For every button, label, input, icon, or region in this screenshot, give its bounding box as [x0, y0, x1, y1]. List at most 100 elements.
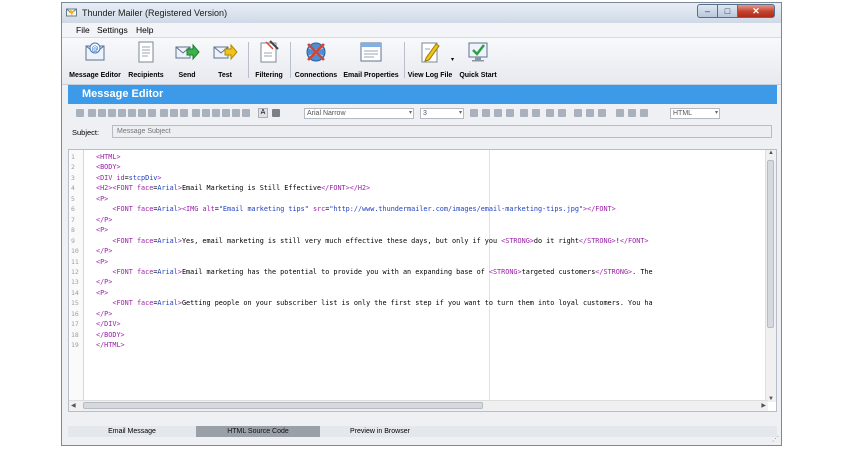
view-mode-value: HTML	[673, 110, 693, 117]
align-center-icon[interactable]	[482, 109, 490, 117]
line-number: 3	[71, 173, 75, 182]
view-log-dropdown-arrow[interactable]: ▾	[451, 56, 454, 63]
code-token: . The	[632, 267, 653, 276]
maximize-button[interactable]: □	[717, 4, 737, 18]
code-token: </FONT>	[619, 236, 649, 245]
code-token: </P>	[96, 309, 113, 318]
print-icon[interactable]	[108, 109, 116, 117]
vertical-scrollbar[interactable]: ▲ ▼	[765, 150, 776, 402]
close-button[interactable]: ✕	[737, 4, 775, 18]
connections-button[interactable]: Connections	[294, 40, 338, 82]
new-document-icon[interactable]	[88, 109, 96, 117]
send-button[interactable]: Send	[170, 40, 204, 82]
redo-icon[interactable]	[202, 109, 210, 117]
tab-html-source-code[interactable]: HTML Source Code	[196, 426, 320, 437]
code-token: Arial	[157, 184, 178, 193]
connections-icon	[303, 40, 329, 64]
align-right-icon[interactable]	[494, 109, 502, 117]
test-icon	[212, 40, 238, 64]
anchor-icon[interactable]	[640, 109, 648, 117]
font-color-button[interactable]: A	[258, 108, 268, 118]
code-token: <BODY>	[96, 163, 121, 172]
scroll-down-icon[interactable]: ▼	[768, 396, 774, 402]
toolbar-label: Recipients	[128, 72, 164, 79]
align-left-icon[interactable]	[470, 109, 478, 117]
message-editor-button[interactable]: @ Message Editor	[69, 40, 121, 82]
menu-help[interactable]: Help	[136, 25, 153, 35]
menu-file[interactable]: File	[76, 25, 90, 35]
toolbar-label: View Log File	[407, 72, 453, 79]
background-icon[interactable]	[242, 109, 250, 117]
code-token: src	[312, 205, 326, 214]
paste-icon[interactable]	[180, 109, 188, 117]
editor-tabs: Email Message HTML Source Code Preview i…	[68, 426, 777, 437]
code-line: <BODY>	[96, 163, 121, 171]
code-token: face	[136, 236, 154, 245]
chevron-down-icon: ▾	[408, 110, 412, 116]
hyperlink-icon[interactable]	[628, 109, 636, 117]
filtering-button[interactable]: Filtering	[252, 40, 286, 82]
font-size-select[interactable]: 3 ▾	[420, 108, 464, 119]
object-icon[interactable]	[598, 109, 606, 117]
code-line: </P>	[96, 216, 112, 224]
scroll-right-icon[interactable]: ▶	[761, 402, 766, 409]
view-mode-select[interactable]: HTML ▾	[670, 108, 720, 119]
tab-preview-in-browser[interactable]: Preview in Browser	[320, 426, 440, 437]
code-token: targeted customers	[521, 267, 596, 276]
line-number: 13	[71, 278, 79, 287]
code-line: </P>	[96, 247, 112, 255]
menu-settings[interactable]: Settings	[97, 25, 128, 35]
font-color-swatch[interactable]	[272, 109, 280, 117]
indent-icon[interactable]	[558, 109, 566, 117]
form-icon[interactable]	[586, 109, 594, 117]
message-editor-icon: @	[82, 40, 108, 64]
scroll-left-icon[interactable]: ◀	[71, 402, 76, 409]
tab-email-message[interactable]: Email Message	[68, 426, 196, 437]
copy-icon[interactable]	[170, 109, 178, 117]
html-source-editor[interactable]: 1 2 3 4 5 6 7 8 9 10 11 12 13 14 15 16 17 18 19 <HTML> <BOD…	[68, 149, 777, 412]
quick-start-button[interactable]: Quick Start	[458, 40, 498, 82]
recipients-button[interactable]: Recipients	[126, 40, 166, 82]
save-icon[interactable]	[76, 109, 84, 117]
horizontal-scrollbar[interactable]: ◀ ▶	[69, 400, 768, 411]
chevron-down-icon: ▾	[714, 110, 718, 116]
vertical-scroll-thumb[interactable]	[767, 160, 774, 328]
code-line: <FONT face=Arial>Yes, email marketing is…	[96, 236, 649, 245]
outdent-icon[interactable]	[546, 109, 554, 117]
horizontal-rule-icon[interactable]	[616, 109, 624, 117]
code-token: "Email marketing tips"	[218, 205, 309, 214]
insert-icon[interactable]	[574, 109, 582, 117]
find-icon[interactable]	[138, 109, 146, 117]
page-icon[interactable]	[128, 109, 136, 117]
email-properties-button[interactable]: Email Properties	[343, 40, 399, 82]
resize-grip-icon[interactable]: ⋰	[772, 435, 779, 443]
preview-icon[interactable]	[118, 109, 126, 117]
recipients-icon	[133, 40, 159, 64]
font-color-letter: A	[260, 109, 266, 116]
filtering-icon	[256, 40, 282, 64]
code-token: </BODY>	[96, 330, 125, 339]
email-properties-icon	[358, 40, 384, 64]
table-icon[interactable]	[212, 109, 220, 117]
line-number: 14	[71, 288, 79, 297]
subject-input[interactable]	[112, 125, 772, 138]
code-line: <P>	[96, 195, 108, 203]
horizontal-scroll-thumb[interactable]	[83, 402, 483, 409]
image-icon[interactable]	[222, 109, 230, 117]
link-icon[interactable]	[232, 109, 240, 117]
line-number: 7	[71, 215, 75, 224]
cut-icon[interactable]	[160, 109, 168, 117]
view-log-file-button[interactable]: View Log File	[408, 40, 452, 82]
toolbar-label: Send	[178, 72, 196, 79]
scroll-up-icon[interactable]: ▲	[768, 150, 774, 156]
code-token: <P>	[96, 194, 109, 203]
spell-check-icon[interactable]	[148, 109, 156, 117]
bullet-list-icon[interactable]	[532, 109, 540, 117]
open-icon[interactable]	[98, 109, 106, 117]
font-family-select[interactable]: Arial Narrow ▾	[304, 108, 414, 119]
minimize-button[interactable]: –	[697, 4, 717, 18]
test-button[interactable]: Test	[210, 40, 240, 82]
justify-icon[interactable]	[506, 109, 514, 117]
undo-icon[interactable]	[192, 109, 200, 117]
numbered-list-icon[interactable]	[520, 109, 528, 117]
